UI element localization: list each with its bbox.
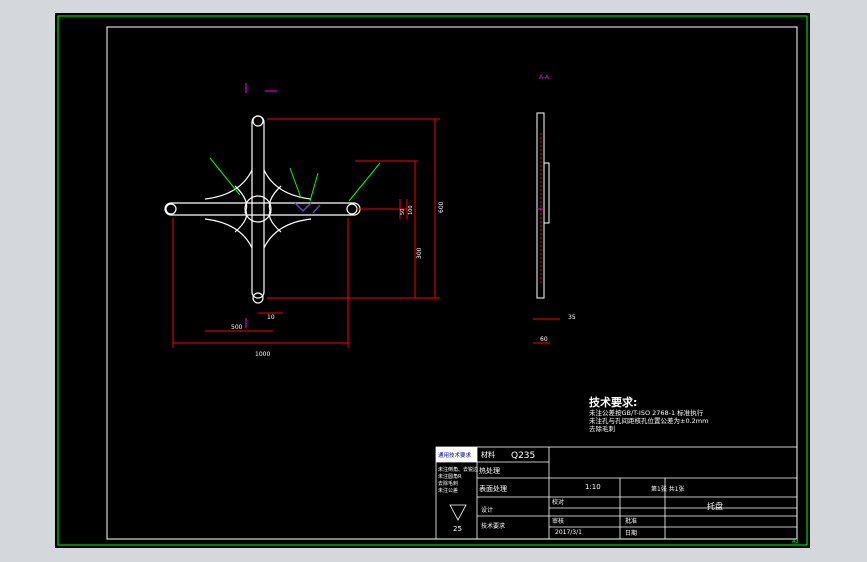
- tb-header-left: 通用技术要求: [438, 451, 472, 459]
- dim-text-hole-a: 50: [400, 209, 406, 215]
- tb-note-4: 未注公差: [438, 487, 458, 494]
- center-markers: [294, 202, 321, 214]
- side-dim-text-offset: 35: [568, 314, 576, 321]
- web-tl: [204, 169, 253, 200]
- tech-note-1: 未注公差按GB/T-ISO 2768-1 标准执行: [589, 408, 704, 417]
- side-boss: [543, 162, 550, 224]
- tb-heat-label: 热处理: [479, 466, 500, 475]
- tb-note-1: 未注倒角、去锐边: [438, 466, 478, 473]
- title-block-text: 通用技术要求 材料 Q235 热处理 表面处理 未注倒角、去锐边 未注圆角R 去…: [438, 450, 723, 537]
- tb-material-label: 材料: [481, 450, 495, 459]
- cad-viewport: 600 300 1000 500 10 50 100 A-A 35 60 技术要…: [55, 13, 810, 548]
- center-lines: [245, 83, 277, 328]
- marker-b: [312, 204, 321, 214]
- dim-text-width-total: 1000: [255, 351, 270, 358]
- tb-row-approve: 批准: [625, 517, 637, 525]
- hole-top: [252, 115, 264, 127]
- tb-row-review: 审核: [552, 517, 564, 525]
- dim-text-bottom-a: 500: [231, 324, 243, 331]
- tb-note-3: 去除毛刺: [438, 480, 458, 487]
- tech-title: 技术要求:: [589, 395, 637, 409]
- tb-sheet: 第1张 共1张: [651, 485, 685, 493]
- side-dim-text-thickness: 60: [540, 336, 548, 343]
- tb-row-design: 设计: [481, 506, 493, 514]
- tb-scale-value: 1:10: [585, 483, 601, 491]
- leader-2: [289, 167, 302, 199]
- tb-material-value: Q235: [511, 451, 535, 461]
- tb-part-name: 托盘: [707, 501, 723, 511]
- dimensions-front: [172, 118, 440, 348]
- tb-date-value: 2017/3/1: [555, 529, 582, 536]
- vertical-arm: [251, 115, 265, 299]
- leaders: [209, 157, 381, 202]
- web-tr: [263, 169, 312, 200]
- dim-text-height-total: 600: [438, 201, 445, 213]
- horizontal-arm: [164, 202, 361, 216]
- front-view: [164, 115, 361, 304]
- dim-text-hole-b: 100: [408, 205, 414, 215]
- leader-3: [309, 172, 319, 202]
- tb-mark-value: 25: [453, 525, 462, 533]
- corner-mark: A3: [792, 539, 799, 545]
- tb-tech-req: 技术要求: [481, 522, 505, 530]
- hole-right: [346, 203, 358, 215]
- tb-surface-label: 表面处理: [479, 484, 507, 493]
- dim-text-bottom-b: 10: [267, 314, 275, 321]
- tech-note-3: 去除毛刺: [589, 424, 615, 433]
- web-bl: [204, 218, 253, 249]
- tb-row-date: 日期: [625, 529, 637, 537]
- section-label: A-A: [539, 74, 550, 81]
- outer-frame: [57, 15, 808, 546]
- side-view: A-A 35 60: [533, 74, 576, 344]
- tb-note-2: 未注圆角R: [438, 473, 462, 480]
- tech-note-2: 未注孔与孔间距核孔位置公差为±0.2mm: [589, 416, 708, 425]
- leader-4: [348, 162, 381, 202]
- web-br: [263, 218, 312, 249]
- hole-left: [165, 203, 177, 215]
- roughness-symbol: [449, 504, 467, 521]
- center-boss: [244, 195, 272, 223]
- marker-a: [294, 202, 312, 212]
- drawing-canvas: 600 300 1000 500 10 50 100 A-A 35 60 技术要…: [57, 15, 808, 546]
- tech-requirements: 技术要求: 未注公差按GB/T-ISO 2768-1 标准执行 未注孔与孔间距核…: [589, 395, 708, 433]
- tb-row-check: 校对: [552, 498, 564, 506]
- dim-text-height-right: 300: [416, 247, 423, 259]
- leader-1: [209, 157, 241, 196]
